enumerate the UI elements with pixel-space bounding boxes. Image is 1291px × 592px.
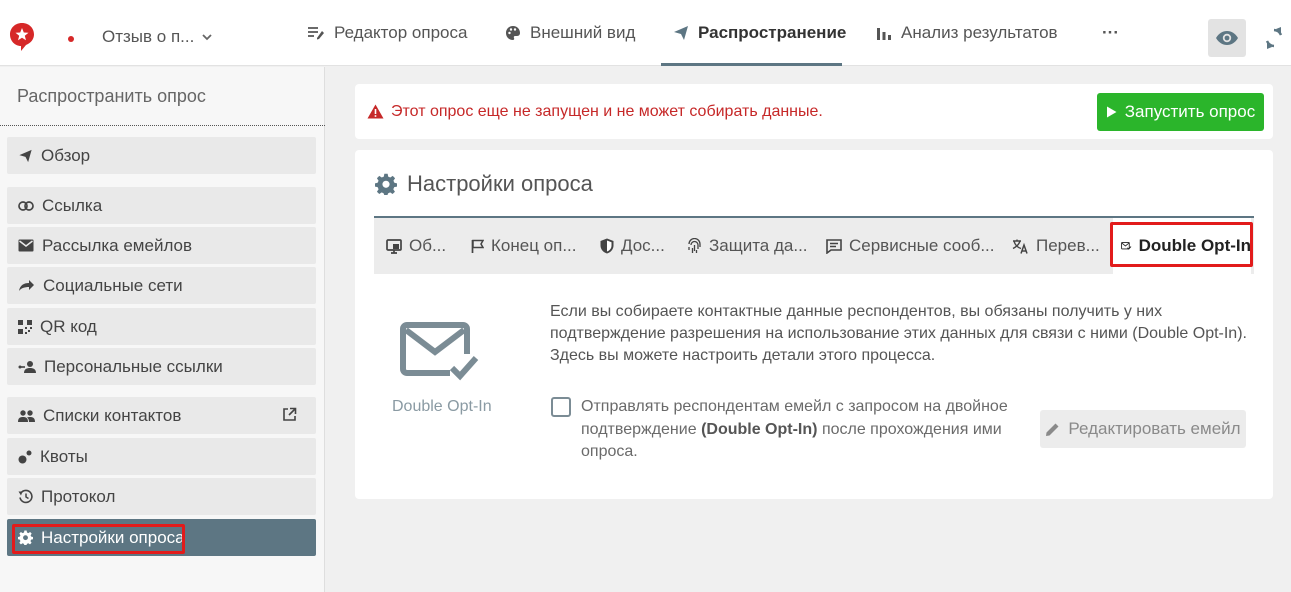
alert-message: Этот опрос еще не запущен и не может соб… — [391, 103, 823, 120]
app-logo-icon[interactable] — [9, 22, 35, 52]
sidebar-item-label: Списки контактов — [43, 405, 182, 425]
sidebar-item-label: Квоты — [40, 446, 88, 466]
send-icon — [674, 26, 688, 40]
qr-code-icon — [18, 319, 32, 334]
gear-icon — [375, 173, 397, 195]
translate-icon — [1012, 239, 1028, 254]
sidebar-item-personal-links[interactable]: Персональные ссылки — [7, 348, 316, 385]
nav-appearance[interactable]: Внешний вид — [505, 0, 635, 66]
palette-icon — [506, 26, 520, 40]
refresh-icon[interactable] — [1262, 26, 1286, 50]
sidebar-item-label: Персональные ссылки — [44, 356, 223, 376]
chevron-down-icon[interactable] — [200, 30, 214, 44]
bar-chart-icon — [877, 28, 891, 40]
mail-icon — [18, 239, 34, 252]
send-double-opt-in-checkbox[interactable] — [551, 397, 571, 417]
sidebar-item-label: Социальные сети — [43, 275, 183, 295]
checkbox-label: Отправлять респондентам емейл с запросом… — [581, 396, 1041, 464]
double-opt-in-label: Double Opt-In — [392, 398, 492, 415]
message-icon — [826, 238, 842, 254]
nav-distribution[interactable]: Распространение — [673, 0, 846, 66]
nav-label: Анализ результатов — [901, 23, 1058, 42]
eye-icon — [1216, 31, 1238, 45]
tab-label: Дос... — [621, 236, 665, 255]
play-icon — [1106, 106, 1117, 118]
edit-list-icon — [308, 27, 324, 40]
sidebar-item-link[interactable]: Ссылка — [7, 187, 316, 224]
send-icon — [19, 149, 32, 162]
highlight-annotation — [12, 524, 185, 554]
sidebar-item-email-campaign[interactable]: Рассылка емейлов — [7, 227, 316, 264]
nav-label: Редактор опроса — [334, 23, 468, 42]
fingerprint-icon — [688, 238, 701, 253]
divider — [0, 125, 325, 126]
survey-settings-card: Настройки опроса Об... Конец оп... Дос..… — [355, 150, 1273, 499]
external-link-icon[interactable] — [282, 407, 297, 422]
quota-icon — [18, 450, 32, 463]
active-nav-indicator — [661, 63, 842, 66]
preview-button[interactable] — [1208, 19, 1246, 57]
tab-service-messages[interactable]: Сервисные сооб... — [826, 218, 995, 274]
edit-email-button[interactable]: Редактировать емейл — [1040, 410, 1246, 448]
nav-label: Внешний вид — [530, 23, 636, 42]
contacts-icon — [18, 409, 35, 422]
monitor-icon — [386, 238, 402, 254]
tab-label: Конец оп... — [491, 236, 577, 255]
sidebar-item-label: Протокол — [41, 486, 116, 506]
status-dot — [68, 36, 74, 42]
tab-survey-end[interactable]: Конец оп... — [471, 218, 577, 274]
nav-survey-editor[interactable]: Редактор опроса — [307, 0, 467, 66]
flag-icon — [471, 239, 484, 253]
sidebar-item-label: Обзор — [41, 145, 91, 165]
survey-selector[interactable]: Отзыв о п... — [102, 27, 194, 47]
sidebar-item-label: Ссылка — [42, 195, 103, 215]
tab-data-protection[interactable]: Защита да... — [687, 218, 808, 274]
tab-translations[interactable]: Перев... — [1012, 218, 1100, 274]
tab-label: Сервисные сооб... — [849, 236, 995, 255]
card-title-text: Настройки опроса — [407, 171, 593, 196]
sidebar-item-quotas[interactable]: Квоты — [7, 438, 316, 475]
sidebar-title: Распространить опрос — [17, 86, 206, 106]
sidebar-item-log[interactable]: Протокол — [7, 478, 316, 515]
sidebar-item-qr-code[interactable]: QR код — [7, 308, 316, 345]
more-menu-button[interactable]: ··· — [1102, 0, 1119, 66]
tab-access[interactable]: Дос... — [600, 218, 665, 274]
sidebar-item-label: QR код — [40, 316, 97, 336]
launch-survey-label: Запустить опрос — [1124, 102, 1256, 121]
tab-label: Об... — [409, 236, 447, 255]
link-icon — [18, 200, 34, 211]
top-bar: Отзыв о п... Редактор опроса Внешний вид… — [0, 0, 1291, 66]
not-launched-alert: Этот опрос еще не запущен и не может соб… — [355, 84, 1273, 139]
nav-label: Распространение — [698, 23, 847, 42]
sidebar: Распространить опрос Обзор Ссылка Рассыл… — [0, 67, 325, 592]
tab-label: Перев... — [1036, 236, 1100, 255]
sidebar-item-label: Рассылка емейлов — [42, 235, 193, 255]
person-link-icon — [18, 361, 36, 373]
tab-label: Защита да... — [709, 236, 808, 255]
launch-survey-button[interactable]: Запустить опрос — [1097, 93, 1264, 131]
tab-general[interactable]: Об... — [386, 218, 446, 274]
mail-check-icon — [400, 322, 480, 384]
sidebar-item-social[interactable]: Социальные сети — [7, 267, 316, 304]
share-icon — [19, 280, 34, 291]
sidebar-item-contact-lists[interactable]: Списки контактов — [7, 397, 316, 434]
edit-email-label: Редактировать емейл — [1068, 419, 1241, 438]
warning-icon — [367, 104, 384, 119]
nav-results-analysis[interactable]: Анализ результатов — [876, 0, 1058, 66]
history-icon — [18, 489, 33, 504]
card-title: Настройки опроса — [375, 171, 593, 197]
checkbox-label-bold: (Double Opt-In) — [701, 420, 818, 438]
pencil-icon — [1046, 423, 1059, 436]
sidebar-item-overview[interactable]: Обзор — [7, 137, 316, 174]
highlight-annotation — [1110, 222, 1253, 267]
shield-icon — [600, 238, 614, 254]
double-opt-in-description: Если вы собираете контактные данные респ… — [550, 303, 1247, 364]
